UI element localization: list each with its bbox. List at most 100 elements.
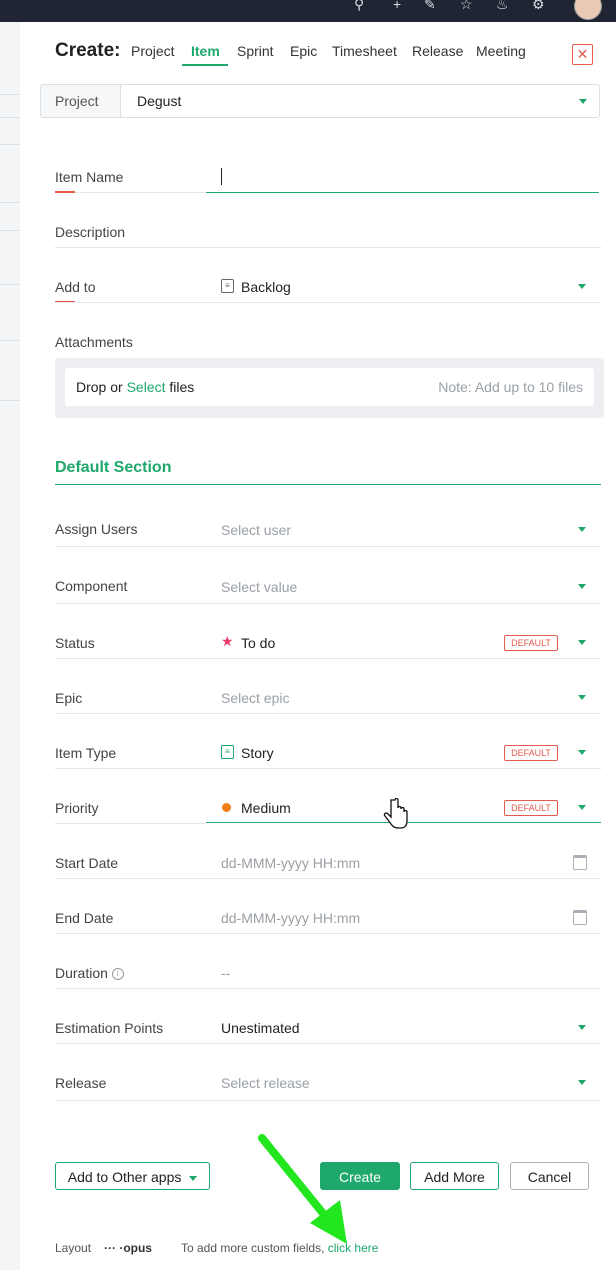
chevron-down-icon: [579, 99, 587, 104]
tab-sprint[interactable]: Sprint: [237, 43, 274, 59]
divider: [55, 546, 601, 547]
star-icon[interactable]: ☆: [460, 0, 473, 13]
chevron-down-icon: [578, 527, 586, 532]
epic-label: Epic: [55, 690, 83, 706]
chevron-down-icon: [578, 1080, 586, 1085]
required-indicator: [55, 191, 75, 193]
add-to-label: Add to: [55, 279, 96, 295]
divider: [55, 302, 601, 303]
description-field[interactable]: [55, 247, 601, 248]
epic-select[interactable]: Select epic: [221, 688, 601, 712]
tab-epic[interactable]: Epic: [290, 43, 317, 59]
release-label: Release: [55, 1075, 107, 1091]
item-name-input[interactable]: [206, 166, 599, 193]
add-to-select[interactable]: ≡ Backlog: [221, 278, 601, 300]
select-files-link[interactable]: Select: [127, 379, 166, 395]
attachment-dropzone[interactable]: Drop or Select files Note: Add up to 10 …: [55, 358, 604, 418]
priority-select[interactable]: Medium DEFAULT: [221, 798, 601, 822]
item-type-label: Item Type: [55, 745, 117, 761]
divider: [55, 768, 601, 769]
add-to-other-apps-label: Add to Other apps: [67, 1169, 182, 1185]
component-label: Component: [55, 578, 128, 594]
status-label: Status: [55, 635, 95, 651]
assign-users-placeholder: Select user: [221, 522, 292, 538]
add-more-button[interactable]: Add More: [410, 1162, 499, 1190]
drop-text: Drop or: [76, 379, 123, 395]
star-icon: ★: [221, 633, 234, 649]
default-badge: DEFAULT: [504, 800, 558, 816]
release-select[interactable]: Select release: [221, 1073, 601, 1097]
search-icon[interactable]: ⚲: [354, 0, 364, 13]
status-value: To do: [241, 635, 276, 651]
divider: [55, 988, 601, 989]
project-select[interactable]: Project Degust: [40, 84, 600, 118]
tab-release[interactable]: Release: [412, 43, 463, 59]
add-to-other-apps-button[interactable]: Add to Other apps: [55, 1162, 210, 1190]
top-navigation-bar: ⚲ + ✎ ☆ ♨ ⚙: [0, 0, 616, 22]
divider: [55, 1100, 601, 1101]
add-icon[interactable]: +: [393, 0, 401, 12]
add-to-value: Backlog: [241, 279, 291, 295]
chevron-down-icon: [578, 805, 586, 810]
divider: [55, 192, 205, 193]
divider: [55, 933, 601, 934]
attachments-label: Attachments: [55, 334, 133, 350]
calendar-icon[interactable]: [573, 855, 587, 870]
divider: [55, 823, 205, 824]
tab-project[interactable]: Project: [131, 43, 175, 59]
tab-meeting[interactable]: Meeting: [476, 43, 526, 59]
divider: [55, 603, 601, 604]
layout-name[interactable]: ··· ·opus: [104, 1241, 152, 1255]
estimation-label: Estimation Points: [55, 1020, 164, 1036]
create-item-panel: Create: Project Item Sprint Epic Timeshe…: [20, 22, 616, 1270]
layout-label: Layout: [55, 1241, 92, 1255]
close-icon[interactable]: ✕: [572, 44, 593, 65]
attachment-drop-text: Drop or Select files: [76, 379, 194, 395]
item-type-select[interactable]: ≡ Story DEFAULT: [221, 743, 601, 767]
release-placeholder: Select release: [221, 1075, 310, 1091]
active-tab-underline: [182, 64, 228, 66]
chevron-down-icon: [578, 750, 586, 755]
duration-value: --: [221, 965, 231, 981]
tab-item[interactable]: Item: [191, 43, 220, 59]
divider: [55, 713, 601, 714]
start-date-placeholder: dd-MMM-yyyy HH:mm: [221, 855, 361, 871]
priority-value: Medium: [241, 800, 291, 816]
story-icon: ≡: [221, 745, 234, 759]
end-date-input[interactable]: dd-MMM-yyyy HH:mm: [221, 908, 601, 932]
gear-icon[interactable]: ⚙: [532, 0, 545, 13]
status-select[interactable]: ★ To do DEFAULT: [221, 633, 601, 657]
annotation-arrow-icon: [258, 1134, 347, 1244]
chevron-down-icon: [578, 584, 586, 589]
project-label: Project: [41, 85, 121, 117]
estimation-select[interactable]: Unestimated: [221, 1018, 601, 1042]
info-icon[interactable]: i: [111, 968, 124, 981]
backlog-icon: ≡: [221, 279, 234, 293]
project-value: Degust: [137, 93, 182, 109]
chevron-down-icon: [578, 1025, 586, 1030]
section-title: Default Section: [55, 459, 172, 476]
divider: [55, 658, 601, 659]
cancel-button[interactable]: Cancel: [510, 1162, 589, 1190]
divider: [55, 878, 601, 879]
priority-label: Priority: [55, 800, 99, 816]
bell-icon[interactable]: ♨: [496, 0, 509, 13]
attachment-inner: Drop or Select files Note: Add up to 10 …: [65, 368, 594, 406]
start-date-input[interactable]: dd-MMM-yyyy HH:mm: [221, 853, 601, 877]
assign-users-label: Assign Users: [55, 521, 138, 537]
duration-label-text: Duration: [55, 965, 108, 981]
chevron-down-icon: [189, 1175, 198, 1181]
chat-icon[interactable]: ✎: [424, 0, 436, 13]
section-divider: [55, 484, 601, 485]
end-date-placeholder: dd-MMM-yyyy HH:mm: [221, 910, 361, 926]
avatar[interactable]: [574, 0, 602, 20]
epic-placeholder: Select epic: [221, 690, 290, 706]
calendar-icon[interactable]: [573, 910, 587, 925]
tab-timesheet[interactable]: Timesheet: [332, 43, 397, 59]
start-date-label: Start Date: [55, 855, 119, 871]
assign-users-select[interactable]: Select user: [221, 520, 601, 544]
component-select[interactable]: Select value: [221, 577, 601, 601]
default-badge: DEFAULT: [504, 745, 558, 761]
background-page: [0, 22, 21, 1270]
component-placeholder: Select value: [221, 579, 298, 595]
